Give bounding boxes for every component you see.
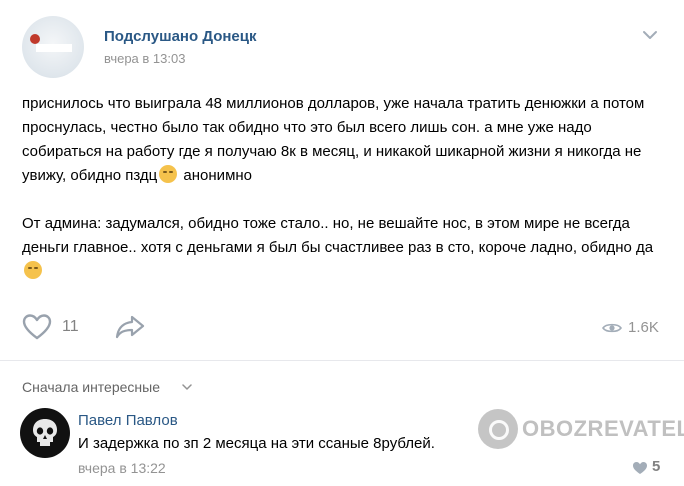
comment-text: И задержка по зп 2 месяца на эти ссаные … xyxy=(78,435,435,452)
post-paragraph-1-text: приснилось что выиграла 48 миллионов дол… xyxy=(22,95,645,184)
comment-author-avatar[interactable] xyxy=(20,408,70,458)
skull-icon xyxy=(33,419,57,446)
post-time[interactable]: вчера в 13:03 xyxy=(104,51,185,66)
post-paragraph-1-tail: анонимно xyxy=(179,167,253,184)
watermark-logo-icon xyxy=(478,409,518,449)
chevron-down-icon[interactable] xyxy=(182,384,192,391)
group-avatar[interactable] xyxy=(22,16,84,78)
post-paragraph-2-text: От админа: задумался, обидно тоже стало.… xyxy=(22,215,654,256)
post-actions: 11 1.6K xyxy=(0,310,684,350)
post-paragraph-2: От админа: задумался, обидно тоже стало.… xyxy=(22,212,672,284)
more-chevron-down-icon[interactable] xyxy=(642,30,658,40)
like-count[interactable]: 11 xyxy=(62,318,79,336)
comment-like-count[interactable]: 5 xyxy=(652,458,660,475)
avatar-logo-band xyxy=(36,44,72,52)
avatar-logo-mark xyxy=(30,34,40,44)
divider xyxy=(0,360,684,361)
pensive-emoji-icon xyxy=(24,261,42,279)
comment-heart-icon[interactable] xyxy=(632,461,648,475)
comments-sort-label[interactable]: Сначала интересные xyxy=(22,379,160,395)
grimace-emoji-icon xyxy=(159,165,178,183)
post-text: приснилось что выиграла 48 миллионов дол… xyxy=(22,92,672,284)
comment-time[interactable]: вчера в 13:22 xyxy=(78,460,166,476)
comment-author[interactable]: Павел Павлов xyxy=(78,412,178,429)
views-count: 1.6K xyxy=(628,319,659,336)
group-name[interactable]: Подслушано Донецк xyxy=(104,28,256,45)
watermark-text: OBOZREVATEL xyxy=(522,416,684,441)
eye-icon xyxy=(602,323,622,333)
post-paragraph-1: приснилось что выиграла 48 миллионов дол… xyxy=(22,92,672,188)
share-arrow-icon[interactable] xyxy=(114,314,146,340)
heart-icon[interactable] xyxy=(22,313,52,341)
